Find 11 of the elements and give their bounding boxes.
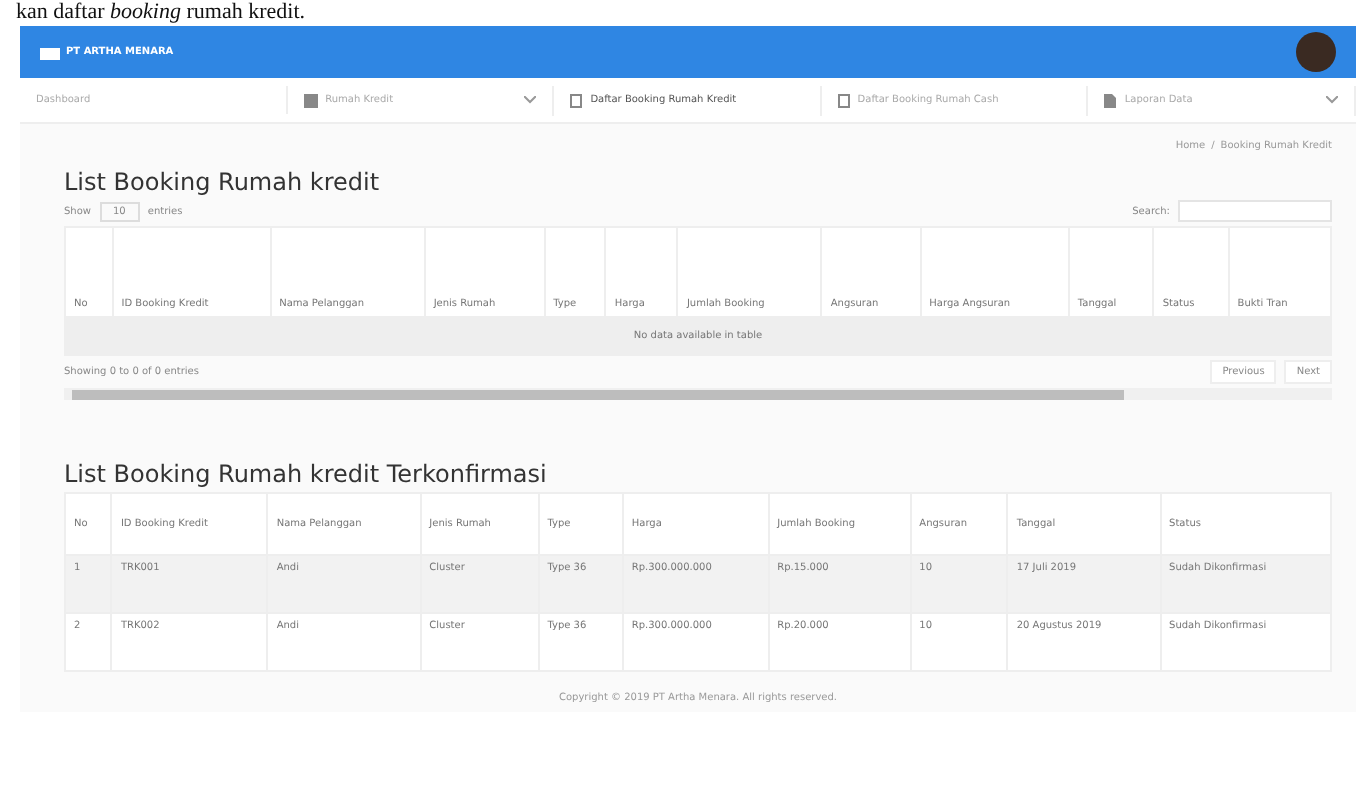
document-icon	[837, 93, 850, 107]
logo-icon	[40, 45, 60, 59]
grid-icon	[303, 93, 318, 107]
section-title: List Booking Rumah kredit	[64, 168, 382, 196]
document-icon	[570, 93, 583, 107]
file-icon	[1104, 93, 1117, 107]
section-title: List Booking Rumah kredit Terkonfirmasi	[64, 460, 549, 488]
avatar[interactable]	[1296, 32, 1336, 72]
horizontal-scrollbar[interactable]	[64, 388, 1332, 400]
search-field[interactable]	[1178, 200, 1332, 222]
caption-text: kan daftar booking rumah kredit.	[14, 0, 307, 26]
